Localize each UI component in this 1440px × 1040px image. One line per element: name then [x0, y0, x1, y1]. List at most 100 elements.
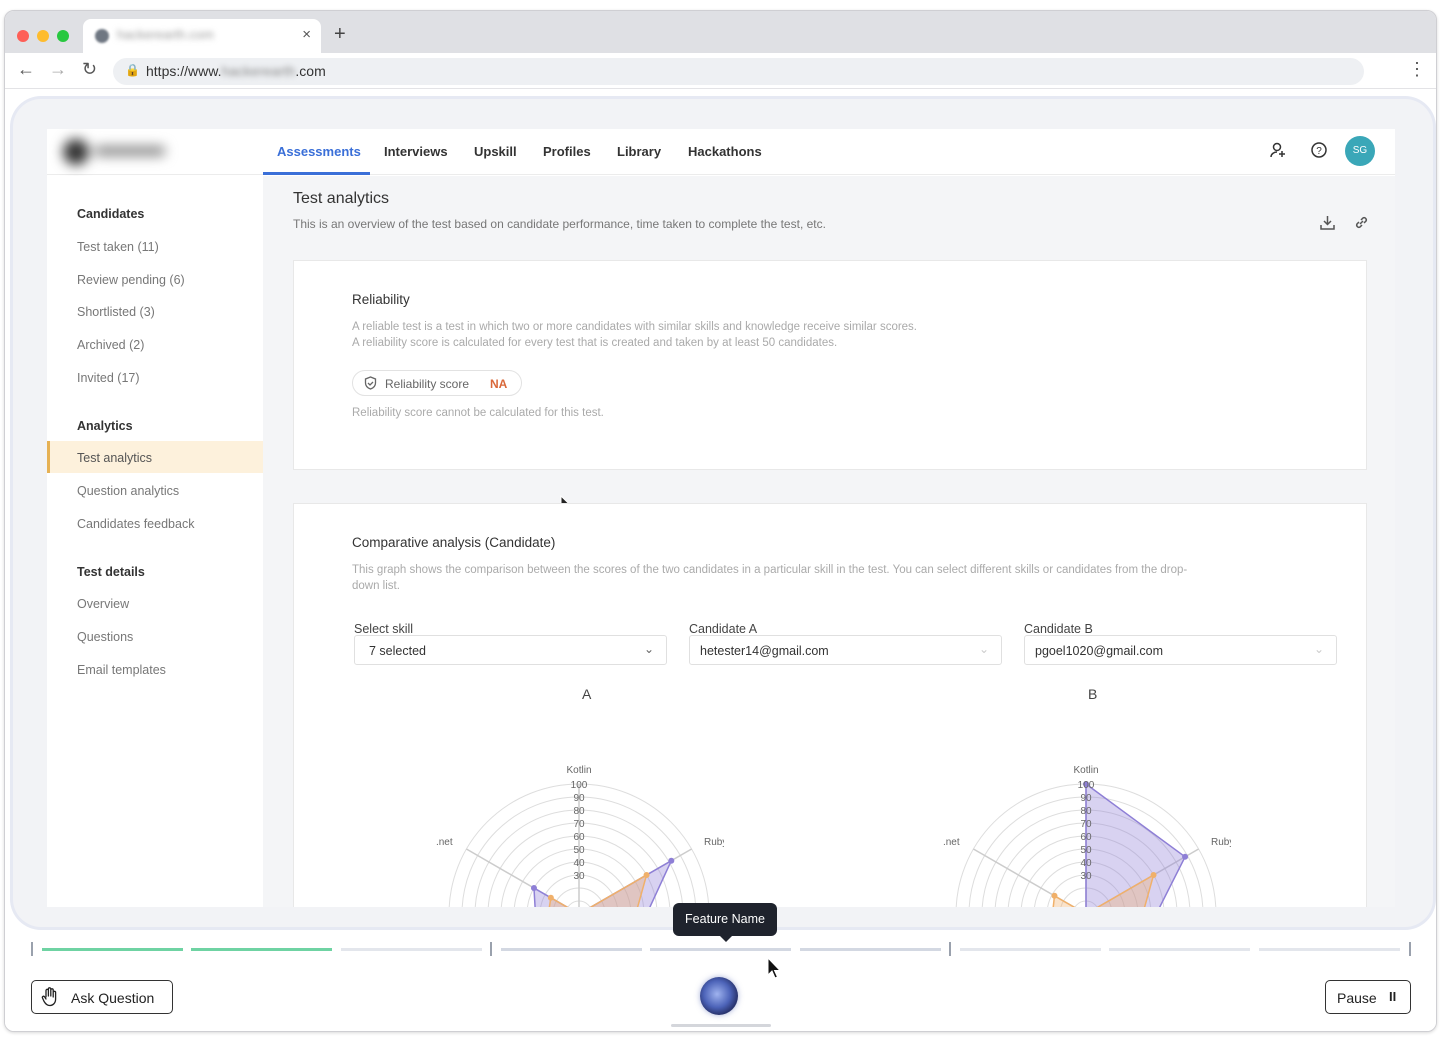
close-tab-icon[interactable]: × [302, 26, 311, 43]
close-window-button[interactable] [17, 30, 29, 42]
tab-upskill[interactable]: Upskill [474, 144, 517, 159]
reload-icon[interactable]: ↻ [82, 59, 97, 80]
candidate-b-dropdown[interactable]: pgoel1020@gmail.com ⌄ [1024, 635, 1337, 665]
company-logo [63, 139, 173, 165]
raised-hand-icon [41, 987, 59, 1012]
radar-tick-label: 80 [573, 806, 585, 817]
address-bar[interactable]: 🔒 https://www.hackerearth.com [113, 58, 1364, 85]
reliability-title: Reliability [352, 292, 410, 307]
sidebar-item-test-analytics[interactable]: Test analytics [77, 451, 152, 465]
tab-interviews[interactable]: Interviews [384, 144, 448, 159]
pause-icon: II [1389, 989, 1397, 1004]
svg-text:?: ? [1316, 146, 1322, 157]
sidebar-item-review-pending[interactable]: Review pending (6) [77, 273, 185, 287]
playback-progress[interactable] [31, 942, 1421, 956]
browser-menu-icon[interactable]: ⋮ [1408, 59, 1426, 80]
sidebar-item-candidates-feedback[interactable]: Candidates feedback [77, 517, 194, 531]
sidebar: Candidates Test taken (11) Review pendin… [47, 176, 263, 907]
ask-question-button[interactable]: Ask Question [31, 980, 173, 1014]
tab-assessments[interactable]: Assessments [277, 144, 361, 159]
chevron-down-icon: ⌄ [978, 642, 989, 656]
radar-tick-label: 90 [1080, 793, 1092, 804]
radar-tick-label: 90 [573, 793, 585, 804]
reliability-card: Reliability A reliable test is a test in… [293, 260, 1367, 513]
progress-chapter-marker [949, 942, 951, 956]
download-icon[interactable] [1319, 214, 1336, 235]
sidebar-item-questions[interactable]: Questions [77, 630, 133, 644]
reliability-score-label: Reliability score [385, 377, 470, 391]
progress-segment[interactable] [501, 948, 642, 951]
radar-axis-label: .net [943, 837, 960, 848]
browser-tab[interactable]: hackerearth.com × [83, 19, 321, 53]
radar-tick-label: 100 [571, 780, 588, 791]
candidate-a-dropdown[interactable]: hetester14@gmail.com ⌄ [689, 635, 1002, 665]
reliability-desc-1: A reliable test is a test in which two o… [352, 321, 918, 333]
sidebar-heading-test-details: Test details [77, 565, 145, 579]
help-icon[interactable]: ? [1310, 141, 1328, 164]
sidebar-item-question-analytics[interactable]: Question analytics [77, 484, 179, 498]
radar-tick-label: 60 [1080, 832, 1092, 843]
radar-axis-label: Ruby [1211, 837, 1231, 848]
radar-tick-label: 70 [1080, 819, 1092, 830]
pause-button[interactable]: Pause II [1325, 980, 1411, 1014]
bottom-grip [671, 1024, 771, 1027]
sidebar-item-invited[interactable]: Invited (17) [77, 371, 140, 385]
sidebar-item-archived[interactable]: Archived (2) [77, 338, 144, 352]
chart-a-label: A [582, 686, 592, 702]
minimize-window-button[interactable] [37, 30, 49, 42]
progress-chapter-marker [490, 942, 492, 956]
progress-chapter-marker [1409, 942, 1411, 956]
main-content: Test analytics This is an overview of th… [263, 176, 1395, 907]
progress-segment[interactable] [341, 948, 482, 951]
active-tab-indicator [263, 172, 370, 175]
radar-tick-label: 100 [1078, 780, 1095, 791]
radar-tick-label: 50 [1080, 845, 1092, 856]
tab-profiles[interactable]: Profiles [543, 144, 591, 159]
share-link-icon[interactable] [1353, 214, 1370, 235]
candidate-a-label: Candidate A [689, 622, 758, 636]
assistant-orb[interactable] [700, 977, 738, 1015]
radar-chart-a: Kotlin Ruby .net 100 90 80 70 60 50 40 30 [436, 765, 724, 907]
tab-library[interactable]: Library [617, 144, 661, 159]
progress-segment[interactable] [800, 948, 941, 951]
radar-series-area [548, 873, 648, 907]
progress-segment[interactable] [650, 948, 791, 951]
radar-axis-label: Kotlin [566, 765, 591, 776]
sidebar-item-overview[interactable]: Overview [77, 597, 129, 611]
new-tab-button[interactable]: + [334, 23, 346, 46]
radar-tick-label: 60 [573, 832, 585, 843]
avatar[interactable]: SG [1345, 136, 1375, 166]
forward-icon[interactable]: → [49, 59, 67, 80]
progress-segment[interactable] [1109, 948, 1250, 951]
sidebar-item-test-taken[interactable]: Test taken (11) [77, 240, 159, 254]
sidebar-item-shortlisted[interactable]: Shortlisted (3) [77, 305, 155, 319]
reliability-score-badge: Reliability score NA [352, 370, 522, 396]
radar-tick-label: 40 [1080, 858, 1092, 869]
back-icon[interactable]: ← [17, 59, 35, 80]
sidebar-item-email-templates[interactable]: Email templates [77, 663, 166, 677]
radar-axis-label: .net [436, 837, 453, 848]
progress-segment[interactable] [191, 948, 332, 951]
recording-frame: Assessments Interviews Upskill Profiles … [13, 99, 1433, 927]
select-skill-label: Select skill [354, 622, 414, 636]
shield-icon [364, 376, 377, 393]
progress-segment[interactable] [1259, 948, 1400, 951]
favicon-icon [95, 29, 109, 43]
add-user-icon[interactable] [1269, 141, 1287, 164]
candidate-a-value: hetester14@gmail.com [700, 644, 829, 658]
chevron-down-icon: ⌄ [1313, 642, 1324, 656]
reliability-note: Reliability score cannot be calculated f… [352, 407, 604, 419]
progress-segment[interactable] [42, 948, 183, 951]
maximize-window-button[interactable] [57, 30, 69, 42]
radar-axis [973, 848, 1076, 907]
radar-tick-label: 40 [573, 858, 585, 869]
progress-segment[interactable] [960, 948, 1101, 951]
lock-icon: 🔒 [125, 63, 140, 77]
radar-series-area [1085, 782, 1187, 907]
browser-titlebar: hackerearth.com × + [5, 11, 1436, 53]
tab-hackathons[interactable]: Hackathons [688, 144, 762, 159]
radar-data-point [1182, 853, 1189, 860]
chevron-down-icon: ⌄ [643, 642, 654, 656]
comparative-title: Comparative analysis (Candidate) [352, 535, 556, 550]
select-skill-dropdown[interactable]: 7 selected ⌄ [354, 635, 667, 665]
